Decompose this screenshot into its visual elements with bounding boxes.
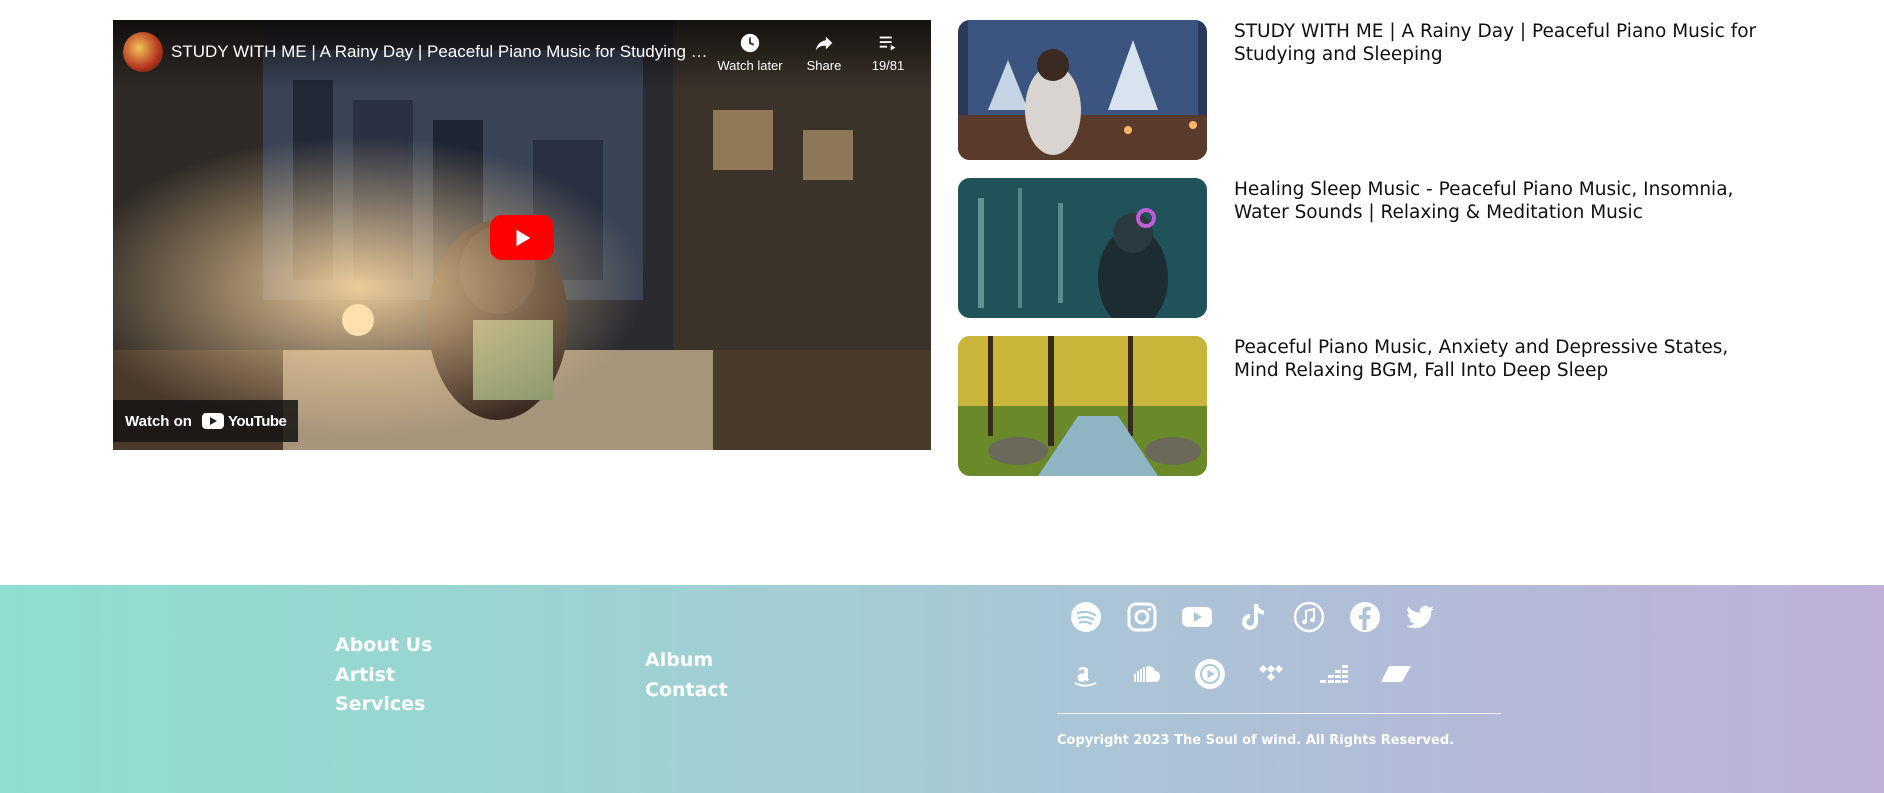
napster-icon[interactable] — [1378, 654, 1440, 694]
footer-nav-primary: About Us Artist Services — [335, 631, 432, 720]
play-button[interactable] — [490, 215, 554, 260]
video-title[interactable]: STUDY WITH ME | A Rainy Day | Peaceful P… — [171, 42, 711, 62]
playlist-icon — [879, 36, 896, 51]
footer-nav-secondary: Album Contact — [645, 646, 728, 705]
related-video-title[interactable]: STUDY WITH ME | A Rainy Day | Peaceful P… — [1234, 20, 1774, 66]
watch-later-label: Watch later — [717, 58, 783, 73]
amazon-music-icon[interactable] — [1068, 654, 1130, 694]
footer-link-contact[interactable]: Contact — [645, 676, 728, 706]
play-icon — [516, 229, 531, 246]
footer-divider — [1057, 713, 1501, 714]
playlist-position: 19/81 — [871, 58, 905, 73]
footer-link-about-us[interactable]: About Us — [335, 631, 432, 661]
channel-avatar[interactable] — [123, 32, 163, 72]
related-video-title[interactable]: Peaceful Piano Music, Anxiety and Depres… — [1234, 336, 1774, 382]
related-video-thumbnail[interactable] — [958, 20, 1207, 160]
youtube-logo-text: YouTube — [227, 412, 287, 430]
related-video-item[interactable]: Healing Sleep Music - Peaceful Piano Mus… — [958, 178, 1778, 318]
footer-link-album[interactable]: Album — [645, 646, 728, 676]
page: STUDY WITH ME | A Rainy Day | Peaceful P… — [0, 0, 1884, 793]
share-icon — [815, 36, 833, 51]
spotify-icon[interactable] — [1068, 597, 1124, 637]
tiktok-icon[interactable] — [1235, 597, 1291, 637]
footer-link-services[interactable]: Services — [335, 690, 432, 720]
related-videos-list: STUDY WITH ME | A Rainy Day | Peaceful P… — [958, 20, 1778, 494]
watch-on-label: Watch on — [125, 412, 192, 430]
youtube-logo-icon — [201, 413, 224, 429]
watch-later-button[interactable]: Watch later — [710, 32, 790, 73]
clock-icon — [740, 33, 760, 53]
twitter-icon[interactable] — [1402, 597, 1458, 637]
deezer-icon[interactable] — [1316, 654, 1378, 694]
footer-link-artist[interactable]: Artist — [335, 661, 432, 691]
related-video-thumbnail[interactable] — [958, 336, 1207, 476]
social-links — [1068, 597, 1458, 711]
copyright-text: Copyright 2023 The Soul of wind. All Rig… — [1057, 733, 1455, 748]
video-player[interactable]: STUDY WITH ME | A Rainy Day | Peaceful P… — [113, 20, 931, 450]
related-video-thumbnail[interactable] — [958, 178, 1207, 318]
apple-music-icon[interactable] — [1291, 597, 1347, 637]
tidal-icon[interactable] — [1254, 654, 1316, 694]
instagram-icon[interactable] — [1124, 597, 1180, 637]
related-video-item[interactable]: Peaceful Piano Music, Anxiety and Depres… — [958, 336, 1778, 476]
social-row-1 — [1068, 597, 1458, 637]
related-video-item[interactable]: STUDY WITH ME | A Rainy Day | Peaceful P… — [958, 20, 1778, 160]
related-video-title[interactable]: Healing Sleep Music - Peaceful Piano Mus… — [1234, 178, 1774, 224]
youtube-music-icon[interactable] — [1192, 654, 1254, 694]
facebook-icon[interactable] — [1347, 597, 1403, 637]
site-footer: About Us Artist Services Album Contact C… — [0, 585, 1884, 793]
watch-on-youtube-link[interactable]: Watch on YouTube — [113, 400, 299, 442]
social-row-2 — [1068, 654, 1458, 694]
youtube-logo: YouTube — [201, 412, 287, 430]
soundcloud-icon[interactable] — [1130, 654, 1192, 694]
youtube-icon[interactable] — [1179, 597, 1235, 637]
share-label: Share — [806, 58, 842, 73]
playlist-button[interactable]: 19/81 — [848, 32, 928, 73]
